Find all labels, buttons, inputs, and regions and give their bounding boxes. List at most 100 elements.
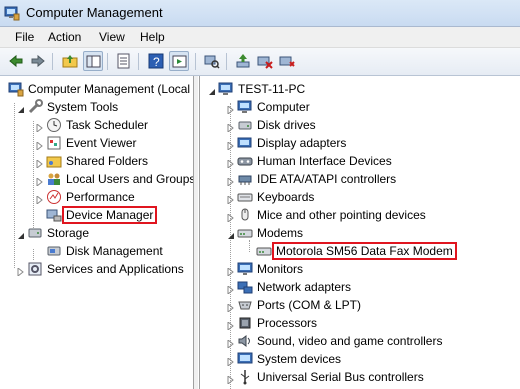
uninstall-device-icon[interactable] bbox=[277, 51, 297, 71]
expand-arrow-icon[interactable] bbox=[227, 337, 235, 350]
console-tree-pane[interactable]: Computer Management (Local System Tools Ta… bbox=[0, 76, 194, 389]
tree-item-label[interactable]: Network adapters bbox=[255, 280, 353, 294]
console-tree-item[interactable]: Performance bbox=[0, 188, 193, 206]
tree-item-label[interactable]: Task Scheduler bbox=[64, 118, 150, 132]
collapse-arrow-icon[interactable] bbox=[17, 103, 25, 113]
tree-item-label[interactable]: Disk drives bbox=[255, 118, 318, 132]
tree-item-label[interactable]: TEST-11-PC bbox=[236, 82, 307, 96]
tree-item-label[interactable]: Local Users and Groups bbox=[64, 172, 193, 186]
collapse-arrow-icon[interactable] bbox=[227, 229, 235, 239]
expand-arrow-icon[interactable] bbox=[36, 193, 44, 206]
tree-item-label[interactable]: Performance bbox=[64, 190, 137, 204]
menu-file[interactable]: File bbox=[13, 30, 36, 44]
tree-item-label[interactable]: Human Interface Devices bbox=[255, 154, 394, 168]
expand-arrow-icon[interactable] bbox=[227, 157, 235, 170]
menu-help[interactable]: Help bbox=[138, 30, 167, 44]
tree-item-label[interactable]: Sound, video and game controllers bbox=[255, 334, 444, 348]
console-tree-item[interactable]: Task Scheduler bbox=[0, 116, 193, 134]
menu-action[interactable]: Action bbox=[46, 30, 83, 44]
console-tree-item[interactable]: Services and Applications bbox=[0, 260, 193, 278]
tree-item-label[interactable]: Processors bbox=[255, 316, 319, 330]
device-tree-item[interactable]: System devices bbox=[200, 350, 520, 368]
device-tree-item[interactable]: Keyboards bbox=[200, 188, 520, 206]
tree-item-label[interactable]: Motorola SM56 Data Fax Modem bbox=[272, 242, 457, 260]
tree-item-label[interactable]: Monitors bbox=[255, 262, 305, 276]
show-hide-tree-icon[interactable] bbox=[83, 51, 103, 71]
device-tree-item[interactable]: Processors bbox=[200, 314, 520, 332]
help-icon[interactable]: ? bbox=[146, 51, 166, 71]
pane-splitter[interactable] bbox=[194, 76, 198, 389]
tree-item-label[interactable]: System devices bbox=[255, 352, 343, 366]
expand-arrow-icon[interactable] bbox=[227, 121, 235, 134]
device-tree-item[interactable]: IDE ATA/ATAPI controllers bbox=[200, 170, 520, 188]
svg-text:?: ? bbox=[153, 55, 160, 69]
tree-item-label[interactable]: Storage bbox=[45, 226, 91, 240]
expand-arrow-icon[interactable] bbox=[227, 283, 235, 296]
tree-item-label[interactable]: Computer bbox=[255, 100, 312, 114]
tree-item-label[interactable]: Event Viewer bbox=[64, 136, 138, 150]
tree-item-label[interactable]: Modems bbox=[255, 226, 305, 240]
tree-item-label[interactable]: Device Manager bbox=[61, 206, 158, 224]
properties-icon[interactable] bbox=[114, 51, 134, 71]
console-tree-item[interactable]: Computer Management (Local bbox=[0, 80, 193, 98]
device-tree-item[interactable]: Modems bbox=[200, 224, 520, 242]
expand-arrow-icon[interactable] bbox=[227, 373, 235, 386]
console-tree-item[interactable]: Storage bbox=[0, 224, 193, 242]
expand-arrow-icon[interactable] bbox=[227, 355, 235, 368]
tree-item-label[interactable]: Mice and other pointing devices bbox=[255, 208, 428, 222]
tree-item-label[interactable]: Computer Management (Local bbox=[26, 82, 192, 96]
tree-item-label[interactable]: Universal Serial Bus controllers bbox=[255, 370, 426, 384]
scan-hardware-icon[interactable] bbox=[202, 51, 222, 71]
tree-item-label[interactable]: Ports (COM & LPT) bbox=[255, 298, 363, 312]
back-arrow-icon[interactable] bbox=[6, 51, 26, 71]
action-pane-icon[interactable] bbox=[169, 51, 189, 71]
tree-item-label[interactable]: System Tools bbox=[45, 100, 120, 114]
device-tree-item[interactable]: Mice and other pointing devices bbox=[200, 206, 520, 224]
expand-arrow-icon[interactable] bbox=[227, 319, 235, 332]
console-tree-item[interactable]: System Tools bbox=[0, 98, 193, 116]
console-tree-item[interactable]: Disk Management bbox=[0, 242, 193, 260]
device-tree-item[interactable]: Motorola SM56 Data Fax Modem bbox=[200, 242, 520, 260]
console-tree-item[interactable]: Shared Folders bbox=[0, 152, 193, 170]
expand-arrow-icon[interactable] bbox=[227, 175, 235, 188]
console-tree-item[interactable]: Device Manager bbox=[0, 206, 193, 224]
tree-item-label[interactable]: Services and Applications bbox=[45, 262, 186, 276]
console-tree-item[interactable]: Event Viewer bbox=[0, 134, 193, 152]
device-tree-item[interactable]: Monitors bbox=[200, 260, 520, 278]
device-tree-item[interactable]: Human Interface Devices bbox=[200, 152, 520, 170]
expand-arrow-icon[interactable] bbox=[36, 139, 44, 152]
device-tree-item[interactable]: Sound, video and game controllers bbox=[200, 332, 520, 350]
console-tree-item[interactable]: Local Users and Groups bbox=[0, 170, 193, 188]
expand-arrow-icon[interactable] bbox=[227, 301, 235, 314]
expand-arrow-icon[interactable] bbox=[227, 103, 235, 116]
keyboard-icon bbox=[237, 189, 253, 205]
device-tree-item[interactable]: Network adapters bbox=[200, 278, 520, 296]
collapse-arrow-icon[interactable] bbox=[17, 229, 25, 239]
expand-arrow-icon[interactable] bbox=[36, 175, 44, 188]
forward-arrow-icon[interactable] bbox=[28, 51, 48, 71]
device-tree-item[interactable]: Ports (COM & LPT) bbox=[200, 296, 520, 314]
device-tree-item[interactable]: Display adapters bbox=[200, 134, 520, 152]
update-driver-icon[interactable] bbox=[233, 51, 253, 71]
expand-arrow-icon[interactable] bbox=[227, 139, 235, 152]
device-tree-item[interactable]: Computer bbox=[200, 98, 520, 116]
up-folder-icon[interactable] bbox=[60, 51, 80, 71]
disable-device-icon[interactable] bbox=[255, 51, 275, 71]
tree-item-label[interactable]: IDE ATA/ATAPI controllers bbox=[255, 172, 398, 186]
expand-arrow-icon[interactable] bbox=[227, 193, 235, 206]
menu-view[interactable]: View bbox=[97, 30, 127, 44]
expand-arrow-icon[interactable] bbox=[17, 265, 25, 278]
expand-arrow-icon[interactable] bbox=[36, 121, 44, 134]
expand-arrow-icon[interactable] bbox=[227, 265, 235, 278]
tree-item-label[interactable]: Keyboards bbox=[255, 190, 316, 204]
device-tree-item[interactable]: TEST-11-PC bbox=[200, 80, 520, 98]
collapse-arrow-icon[interactable] bbox=[208, 85, 216, 95]
expand-arrow-icon[interactable] bbox=[227, 211, 235, 224]
device-tree-item[interactable]: Disk drives bbox=[200, 116, 520, 134]
device-tree-item[interactable]: Universal Serial Bus controllers bbox=[200, 368, 520, 386]
device-tree-pane[interactable]: TEST-11-PC Computer Disk drives Display ada… bbox=[199, 76, 520, 389]
tree-item-label[interactable]: Display adapters bbox=[255, 136, 348, 150]
expand-arrow-icon[interactable] bbox=[36, 157, 44, 170]
tree-item-label[interactable]: Shared Folders bbox=[64, 154, 150, 168]
tree-item-label[interactable]: Disk Management bbox=[64, 244, 165, 258]
